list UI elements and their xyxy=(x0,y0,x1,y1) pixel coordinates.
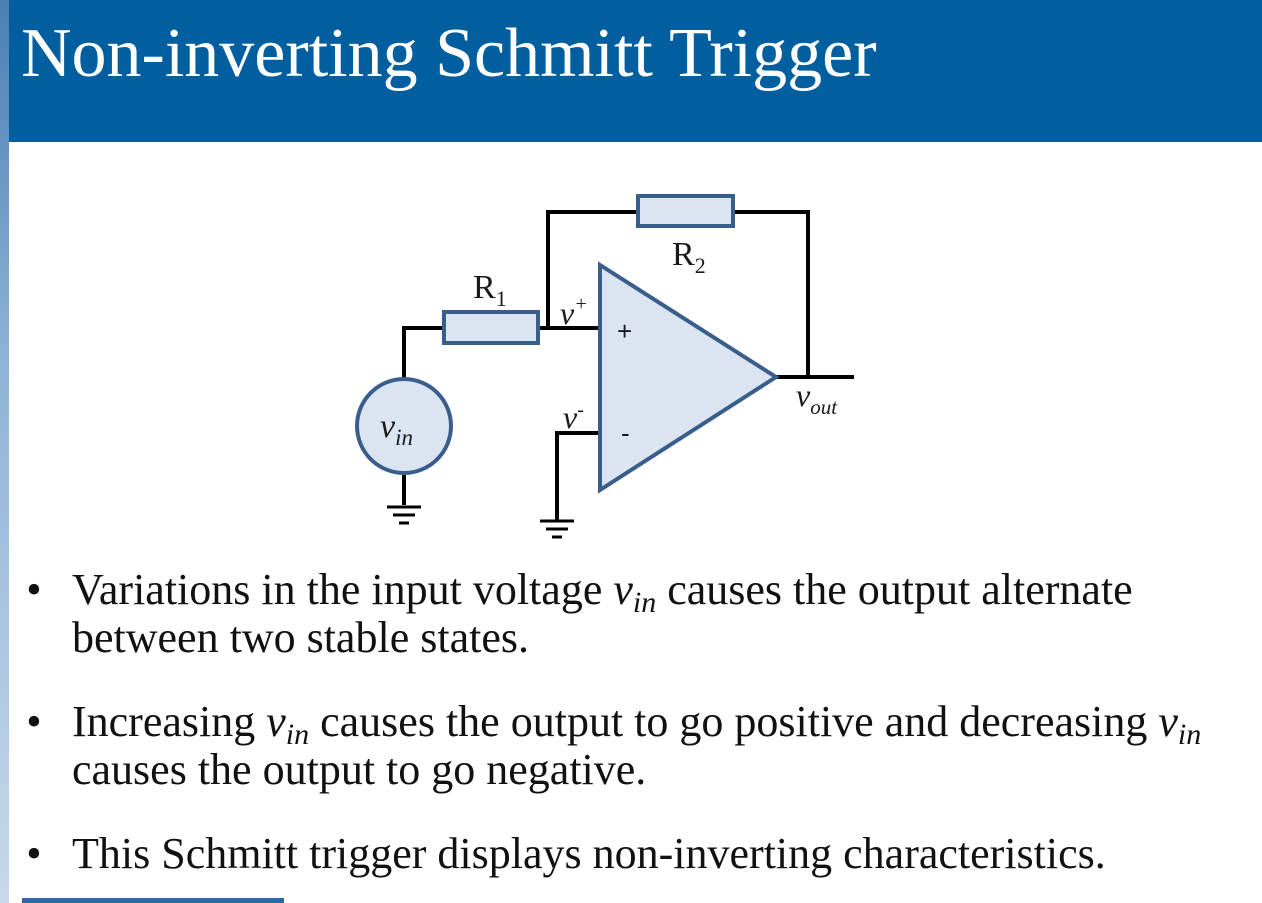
vplus-label: v+ xyxy=(560,293,588,331)
bullet-text: This Schmitt trigger displays non-invert… xyxy=(72,829,1106,878)
ground-icon xyxy=(387,505,421,525)
vin-variable: vin xyxy=(266,697,310,751)
slide: Non-inverting Schmitt Trigger R2 R1 v+ v… xyxy=(0,0,1262,903)
bullet-item: • Increasing vin causes the output to go… xyxy=(22,698,1257,794)
bullet-icon: • xyxy=(26,829,42,878)
bullet-text-middle: causes the output to go positive and dec… xyxy=(309,697,1159,746)
resistor-r2 xyxy=(636,194,735,228)
bullet-icon: • xyxy=(26,697,42,746)
bottom-progress-strip xyxy=(22,898,284,903)
vin-variable: vin xyxy=(613,565,657,619)
wire-vin-to-r1 xyxy=(402,326,444,380)
bullet-item: • This Schmitt trigger displays non-inve… xyxy=(22,830,1257,878)
bullet-text-start: Variations in the input voltage xyxy=(72,565,614,614)
plus-sign: + xyxy=(617,316,632,346)
bullet-item: • Variations in the input voltage vin ca… xyxy=(22,566,1257,662)
wire-minus-to-ground xyxy=(555,431,600,520)
vminus-label: v- xyxy=(563,399,584,435)
minus-sign: - xyxy=(621,418,630,448)
bullet-icon: • xyxy=(26,565,42,614)
bullet-text-start: Increasing xyxy=(72,697,267,746)
ground-icon xyxy=(540,519,574,539)
r1-label: R1 xyxy=(473,269,507,311)
vin-variable: vin xyxy=(1158,697,1202,751)
bullet-text-end: causes the output to go negative. xyxy=(72,745,647,794)
bullet-list: • Variations in the input voltage vin ca… xyxy=(22,566,1257,903)
r2-label: R2 xyxy=(672,236,706,278)
wire-feedback-right xyxy=(733,210,810,377)
resistor-r1 xyxy=(442,310,540,345)
vout-label: vout xyxy=(796,377,838,419)
op-amp-triangle xyxy=(598,261,780,494)
